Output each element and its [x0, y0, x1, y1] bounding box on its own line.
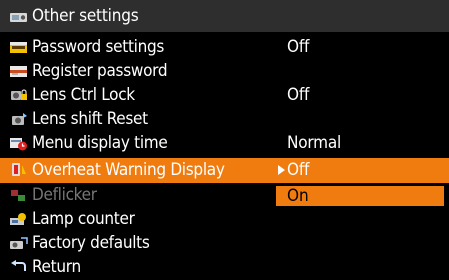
- selection-pointer-icon: [278, 165, 285, 175]
- menu-item-value: Normal: [287, 133, 342, 154]
- factory-defaults-icon: [10, 237, 28, 249]
- menu-item-label: Deflicker: [32, 185, 97, 206]
- menu-item-value: Off: [287, 160, 310, 180]
- deflicker-icon: [11, 190, 25, 201]
- register-password-icon: ***: [10, 66, 27, 78]
- menu-header: Other settings: [0, 0, 449, 34]
- menu-item-value: Off: [287, 37, 310, 58]
- dropdown-option-label: On: [287, 186, 309, 206]
- menu-item-label: Lens shift Reset: [32, 109, 148, 130]
- projector-settings-icon: [10, 13, 27, 22]
- menu-item-factory-defaults[interactable]: Factory defaults: [0, 232, 449, 256]
- menu-item-lens-shift-reset[interactable]: Lens shift Reset: [0, 108, 449, 132]
- menu-item-lamp-counter[interactable]: Lamp counter: [0, 208, 449, 232]
- menu-item-register-password[interactable]: *** Register password: [0, 60, 449, 84]
- menu-item-menu-display-time[interactable]: Menu display time Normal: [0, 132, 449, 156]
- lamp-counter-icon: [10, 213, 26, 225]
- menu-item-overheat-warning-display[interactable]: Overheat Warning Display Off: [0, 158, 449, 183]
- menu-title: Other settings: [32, 6, 139, 26]
- menu-item-value: Off: [287, 85, 310, 106]
- menu-item-label: Register password: [32, 61, 168, 82]
- menu-item-lens-ctrl-lock[interactable]: Lens Ctrl Lock Off: [0, 84, 449, 108]
- svg-text:***: ***: [12, 73, 18, 78]
- menu-item-label: Factory defaults: [32, 233, 150, 254]
- menu-item-label: Password settings: [32, 37, 165, 58]
- return-icon: [11, 260, 26, 271]
- menu-item-password-settings[interactable]: Password settings Off: [0, 36, 449, 60]
- menu-item-return[interactable]: Return: [0, 256, 449, 280]
- lens-shift-icon: [12, 113, 27, 125]
- menu-item-label: Overheat Warning Display: [32, 160, 225, 180]
- password-key-icon: [10, 42, 27, 53]
- menu-item-label: Lens Ctrl Lock: [32, 85, 135, 106]
- menu-item-label: Lamp counter: [32, 209, 135, 230]
- menu-item-label: Menu display time: [32, 133, 168, 154]
- dropdown-option-on[interactable]: On: [275, 185, 445, 207]
- menu-time-icon: [10, 138, 27, 151]
- other-settings-menu: Other settings Password settings Off ***…: [0, 0, 449, 279]
- menu-item-label: Return: [32, 257, 81, 278]
- lens-lock-icon: [11, 89, 27, 100]
- overheat-warning-icon: [12, 163, 26, 176]
